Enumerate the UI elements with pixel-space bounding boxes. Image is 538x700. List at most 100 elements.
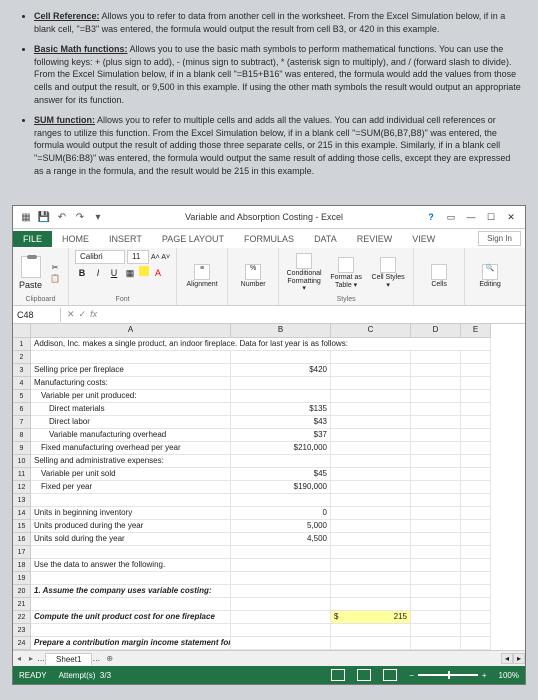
cell[interactable] (461, 416, 491, 429)
cell[interactable] (331, 533, 411, 546)
cell[interactable] (461, 429, 491, 442)
alignment-button[interactable]: ≡ Alignment (183, 264, 221, 289)
row-header[interactable]: 14 (13, 507, 31, 520)
cell[interactable]: $43 (231, 416, 331, 429)
cell[interactable] (331, 507, 411, 520)
cell[interactable] (411, 403, 461, 416)
cell[interactable] (31, 351, 231, 364)
cell[interactable] (231, 585, 331, 598)
row-header[interactable]: 16 (13, 533, 31, 546)
row-header[interactable]: 12 (13, 481, 31, 494)
cells-button[interactable]: Cells (420, 264, 458, 289)
cell[interactable]: 1. Assume the company uses variable cost… (31, 585, 231, 598)
add-sheet-button[interactable]: ⊕ (100, 654, 119, 663)
qat-more-icon[interactable]: ▾ (91, 210, 105, 224)
tab-page-layout[interactable]: PAGE LAYOUT (152, 231, 234, 247)
tab-file[interactable]: FILE (13, 231, 52, 247)
cell[interactable] (231, 494, 331, 507)
enter-icon[interactable]: ✓ (79, 309, 87, 320)
zoom-slider[interactable]: − + (409, 671, 486, 680)
row-header[interactable]: 18 (13, 559, 31, 572)
worksheet[interactable]: ABCDE1Addison, Inc. makes a single produ… (13, 324, 525, 650)
view-layout-button[interactable] (357, 669, 371, 681)
cell[interactable] (231, 351, 331, 364)
cell[interactable] (411, 533, 461, 546)
cell[interactable] (411, 377, 461, 390)
cell[interactable] (461, 468, 491, 481)
tab-home[interactable]: HOME (52, 231, 99, 247)
row-header[interactable]: 24 (13, 637, 31, 650)
cell[interactable] (231, 455, 331, 468)
tab-nav-prev[interactable]: ◂ (13, 654, 25, 663)
redo-icon[interactable]: ↷ (73, 210, 87, 224)
cell[interactable] (461, 637, 491, 650)
col-header-A[interactable]: A (31, 324, 231, 338)
row-header[interactable]: 17 (13, 546, 31, 559)
cell[interactable] (331, 429, 411, 442)
cell[interactable] (31, 624, 231, 637)
cut-icon[interactable]: ✂ (48, 263, 62, 273)
cell[interactable]: Fixed manufacturing overhead per year (31, 442, 231, 455)
conditional-formatting-button[interactable]: Conditional Formatting ▾ (285, 253, 323, 293)
save-icon[interactable]: 💾 (37, 210, 51, 224)
format-as-table-button[interactable]: Format as Table ▾ (327, 257, 365, 289)
row-header[interactable]: 20 (13, 585, 31, 598)
zoom-track[interactable] (418, 674, 478, 676)
hscroll-right[interactable]: ▸ (513, 653, 525, 664)
cell[interactable] (331, 351, 411, 364)
cell[interactable]: Variable manufacturing overhead (31, 429, 231, 442)
cancel-icon[interactable]: ✕ (67, 309, 75, 320)
col-header-C[interactable]: C (331, 324, 411, 338)
cell[interactable]: Variable per unit sold (31, 468, 231, 481)
cell[interactable] (331, 585, 411, 598)
cell[interactable] (461, 390, 491, 403)
cell[interactable] (461, 598, 491, 611)
select-all-cell[interactable] (13, 324, 31, 338)
cell[interactable]: $37 (231, 429, 331, 442)
row-header[interactable]: 22 (13, 611, 31, 624)
row-header[interactable]: 2 (13, 351, 31, 364)
cell[interactable]: Addison, Inc. makes a single product, an… (31, 338, 491, 351)
view-break-button[interactable] (383, 669, 397, 681)
cell[interactable] (31, 494, 231, 507)
sheet-tab[interactable]: Sheet1 (45, 653, 92, 665)
cell[interactable]: $210,000 (231, 442, 331, 455)
row-header[interactable]: 4 (13, 377, 31, 390)
cell[interactable]: $420 (231, 364, 331, 377)
cell[interactable]: 5,000 (231, 520, 331, 533)
row-header[interactable]: 23 (13, 624, 31, 637)
row-header[interactable]: 13 (13, 494, 31, 507)
cell[interactable] (231, 377, 331, 390)
cell[interactable]: Use the data to answer the following. (31, 559, 231, 572)
minimize-button[interactable]: — (463, 210, 479, 224)
row-header[interactable]: 11 (13, 468, 31, 481)
cell[interactable] (31, 546, 231, 559)
cell[interactable] (231, 546, 331, 559)
cell[interactable] (331, 403, 411, 416)
cell[interactable]: Prepare a contribution margin income sta… (31, 637, 231, 650)
cell[interactable] (231, 637, 331, 650)
cell[interactable] (411, 520, 461, 533)
cell[interactable] (461, 546, 491, 559)
view-normal-button[interactable] (331, 669, 345, 681)
cell[interactable]: Units sold during the year (31, 533, 231, 546)
row-header[interactable]: 3 (13, 364, 31, 377)
col-header-E[interactable]: E (461, 324, 491, 338)
cell[interactable] (461, 481, 491, 494)
font-name-select[interactable]: Calibri (75, 250, 125, 264)
maximize-button[interactable]: ☐ (483, 210, 499, 224)
cell[interactable] (461, 585, 491, 598)
cell[interactable] (331, 442, 411, 455)
row-header[interactable]: 5 (13, 390, 31, 403)
col-header-B[interactable]: B (231, 324, 331, 338)
cell[interactable] (231, 390, 331, 403)
cell[interactable] (411, 559, 461, 572)
cell[interactable] (411, 546, 461, 559)
cell[interactable] (411, 585, 461, 598)
fill-color-button[interactable] (139, 266, 149, 276)
cell-styles-button[interactable]: Cell Styles ▾ (369, 257, 407, 289)
cell[interactable] (331, 520, 411, 533)
cell[interactable] (331, 455, 411, 468)
tab-formulas[interactable]: FORMULAS (234, 231, 304, 247)
cell[interactable] (411, 481, 461, 494)
